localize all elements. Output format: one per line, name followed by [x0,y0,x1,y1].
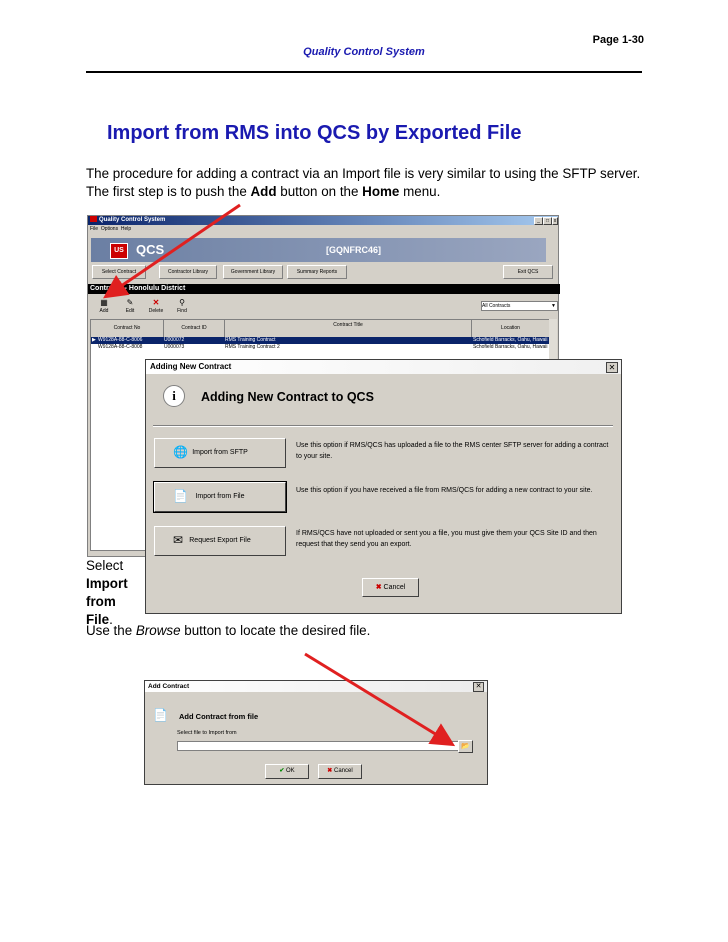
annotation-arrows [103,203,456,747]
arrow-to-browse-button [304,652,456,747]
arrow-to-add-button [103,203,241,299]
